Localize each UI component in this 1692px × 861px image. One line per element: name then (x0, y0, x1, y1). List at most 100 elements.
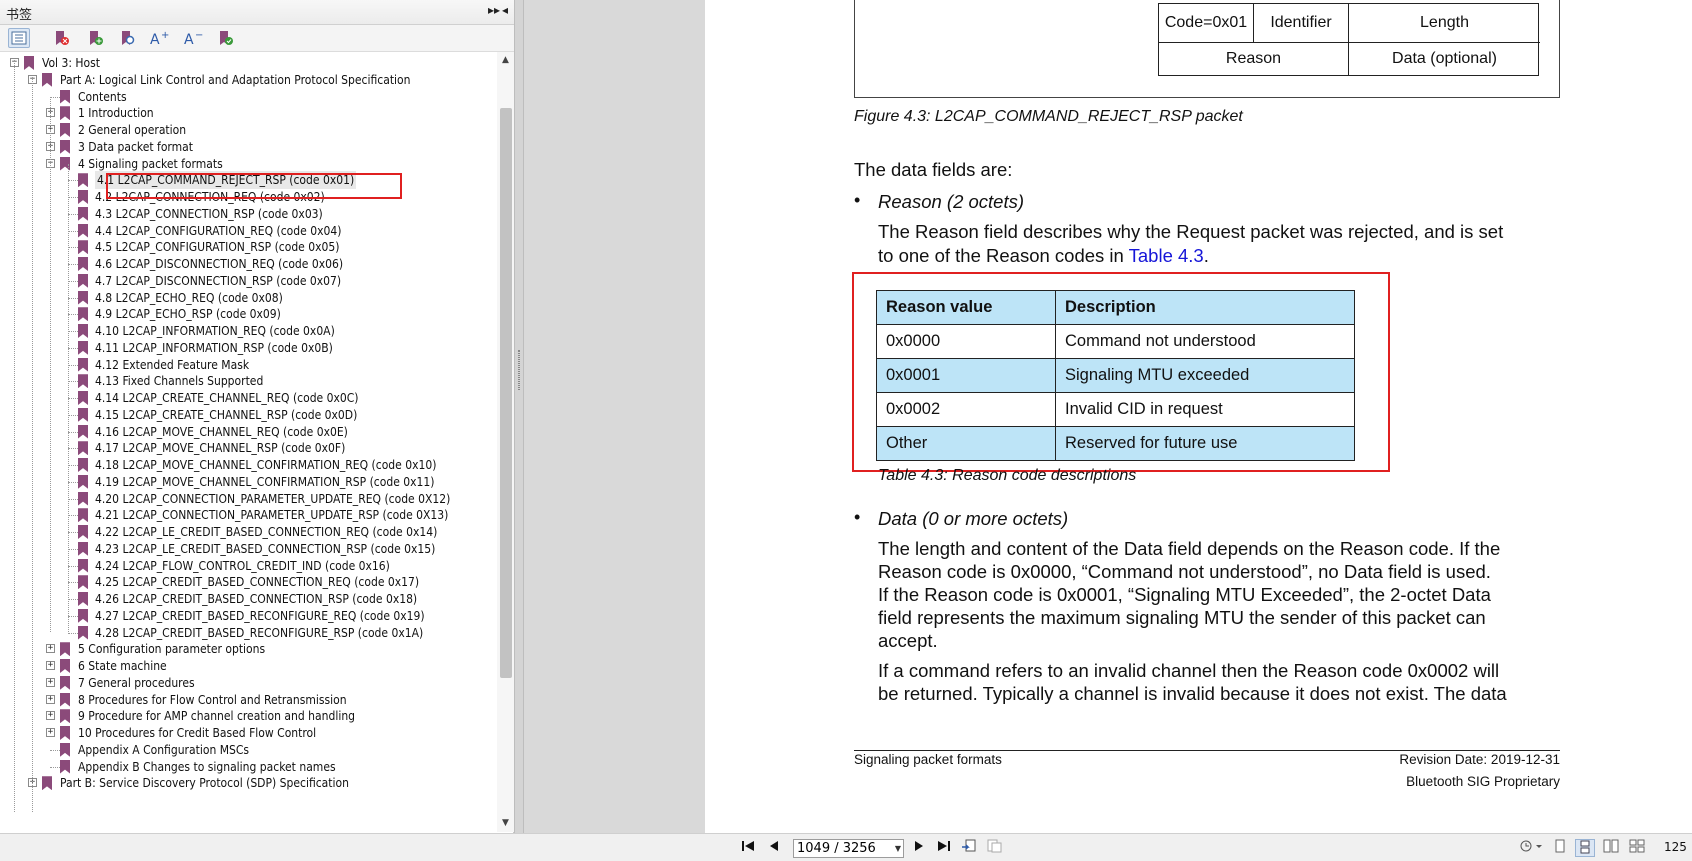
last-page-icon[interactable] (935, 839, 953, 857)
tree-item[interactable]: 4.6 L2CAP_DISCONNECTION_REQ (code 0x06) (0, 255, 497, 273)
first-page-icon[interactable] (739, 839, 757, 857)
tree-item-label: 4.15 L2CAP_CREATE_CHANNEL_RSP (code 0x0D… (95, 407, 358, 422)
tree-item[interactable]: +8 Procedures for Flow Control and Retra… (0, 691, 497, 709)
font-decrease-icon[interactable]: A − (182, 28, 204, 48)
tree-connector (68, 465, 78, 466)
prev-page-icon[interactable] (765, 839, 783, 857)
forward-view-icon[interactable] (985, 839, 1003, 857)
expand-icon[interactable]: + (46, 728, 55, 737)
tree-item[interactable]: − Vol 3: Host (0, 54, 497, 72)
tree-item[interactable]: 4.28 L2CAP_CREDIT_BASED_RECONFIGURE_RSP … (0, 624, 497, 642)
tree-connector (68, 180, 78, 182)
tree-item[interactable]: Contents (0, 88, 497, 106)
tree-item[interactable]: 4.7 L2CAP_DISCONNECTION_RSP (code 0x07) (0, 272, 497, 290)
tree-item[interactable]: 4.15 L2CAP_CREATE_CHANNEL_RSP (code 0x0D… (0, 406, 497, 424)
tree-item[interactable]: 4.21 L2CAP_CONNECTION_PARAMETER_UPDATE_R… (0, 506, 497, 524)
tree-item[interactable]: − Part A: Logical Link Control and Adapta… (0, 71, 497, 89)
page-dropdown-icon[interactable]: ▼ (895, 840, 901, 857)
tree-item[interactable]: 4.23 L2CAP_LE_CREDIT_BASED_CONNECTION_RS… (0, 540, 497, 558)
tree-item[interactable]: 4.26 L2CAP_CREDIT_BASED_CONNECTION_RSP (… (0, 590, 497, 608)
tree-item[interactable]: 4.14 L2CAP_CREATE_CHANNEL_REQ (code 0x0C… (0, 389, 497, 407)
tree-item[interactable]: 4.22 L2CAP_LE_CREDIT_BASED_CONNECTION_RE… (0, 523, 497, 541)
tree-item-label: 4.5 L2CAP_CONFIGURATION_RSP (code 0x05) (95, 240, 340, 255)
tree-item[interactable]: 4.10 L2CAP_INFORMATION_REQ (code 0x0A) (0, 322, 497, 340)
tree-item[interactable]: +5 Configuration parameter options (0, 640, 497, 658)
expand-icon[interactable]: + (46, 694, 55, 704)
tree-item[interactable]: 4.8 L2CAP_ECHO_REQ (code 0x08) (0, 289, 497, 307)
tree-item[interactable]: +3 Data packet format (0, 138, 497, 156)
panel-expand-button[interactable]: ▸▸ (488, 3, 500, 17)
tree-item[interactable]: 4.5 L2CAP_CONFIGURATION_RSP (code 0x05) (0, 238, 497, 256)
bookmark-icon (78, 575, 88, 590)
tree-connector (68, 582, 78, 584)
tree-item[interactable]: 4.24 L2CAP_FLOW_CONTROL_CREDIT_IND (code… (0, 557, 497, 575)
scroll-up-icon[interactable]: ▲ (497, 52, 514, 69)
data-para-line-4: field represents the maximum signaling M… (878, 607, 1486, 628)
tree-scrollbar[interactable]: ▲ ▼ (497, 52, 514, 832)
tree-item[interactable]: +6 State machine (0, 657, 497, 675)
tree-item[interactable]: 4.16 L2CAP_MOVE_CHANNEL_REQ (code 0x0E) (0, 423, 497, 441)
tree-item[interactable]: +10 Procedures for Credit Based Flow Con… (0, 724, 497, 742)
invalid-para-line-1: If a command refers to an invalid channe… (878, 660, 1500, 681)
tree-item[interactable]: 4.18 L2CAP_MOVE_CHANNEL_CONFIRMATION_REQ… (0, 456, 497, 474)
tree-item[interactable]: −4 Signaling packet formats (0, 155, 497, 173)
page-number-field[interactable]: 1049 / 3256 ▼ (793, 839, 904, 858)
tree-item-label: 4.24 L2CAP_FLOW_CONTROL_CREDIT_IND (code… (95, 558, 390, 573)
tree-item-label: Appendix B Changes to signaling packet n… (78, 759, 336, 774)
tree-item[interactable]: 4.11 L2CAP_INFORMATION_RSP (code 0x0B) (0, 339, 497, 357)
bookmark-list-icon[interactable] (8, 28, 30, 48)
expand-icon[interactable]: + (46, 661, 55, 670)
add-bookmark-icon[interactable] (84, 28, 106, 48)
tree-item[interactable]: 4.3 L2CAP_CONNECTION_RSP (code 0x03) (0, 205, 497, 223)
panel-splitter[interactable] (514, 0, 524, 833)
single-page-view-icon[interactable] (1550, 839, 1570, 857)
table-4-3-link[interactable]: Table 4.3 (1129, 245, 1204, 266)
zoom-level[interactable]: 125 (1664, 840, 1687, 854)
expand-icon[interactable]: + (46, 711, 55, 721)
tree-item[interactable]: + Part B: Service Discovery Protocol (SDP… (0, 774, 497, 792)
tree-item[interactable]: 4.13 Fixed Channels Supported (0, 372, 497, 390)
scrollbar-thumb[interactable] (500, 108, 512, 678)
scroll-down-icon[interactable]: ▼ (497, 815, 514, 832)
status-bar: 1049 / 3256 ▼ 125 (0, 833, 1692, 861)
svg-text:A: A (150, 32, 160, 46)
tree-item[interactable]: +7 General procedures (0, 674, 497, 692)
bookmark-icon (78, 391, 88, 405)
expand-icon[interactable]: + (46, 644, 55, 654)
tree-item[interactable]: +2 General operation (0, 121, 497, 139)
tree-connector (68, 481, 78, 483)
two-page-continuous-icon[interactable] (1627, 839, 1647, 857)
rotate-view-icon[interactable] (1517, 839, 1543, 857)
tree-item[interactable]: 4.25 L2CAP_CREDIT_BASED_CONNECTION_REQ (… (0, 573, 497, 591)
continuous-view-icon[interactable] (1575, 839, 1595, 857)
panel-close-button[interactable]: ◂ (502, 3, 508, 17)
tree-item[interactable]: +1 Introduction (0, 104, 497, 122)
bookmark-settings-icon[interactable] (214, 28, 236, 48)
two-page-view-icon[interactable] (1601, 839, 1621, 857)
tree-item-label: Vol 3: Host (42, 56, 100, 70)
font-increase-icon[interactable]: A + (148, 28, 170, 48)
tree-item-label: 4.6 L2CAP_DISCONNECTION_REQ (code 0x06) (95, 257, 344, 271)
tree-item[interactable]: Appendix B Changes to signaling packet n… (0, 758, 497, 776)
tree-item[interactable]: 4.17 L2CAP_MOVE_CHANNEL_RSP (code 0x0F) (0, 439, 497, 457)
tree-item[interactable]: 4.27 L2CAP_CREDIT_BASED_RECONFIGURE_REQ … (0, 607, 497, 625)
tree-item[interactable]: Appendix A Configuration MSCs (0, 741, 497, 759)
tree-item[interactable]: 4.4 L2CAP_CONFIGURATION_REQ (code 0x04) (0, 222, 497, 240)
tree-item[interactable]: 4.12 Extended Feature Mask (0, 356, 497, 374)
panel-title-bar: 书签 ▸▸ ◂ (0, 0, 514, 25)
tree-item[interactable]: 4.20 L2CAP_CONNECTION_PARAMETER_UPDATE_R… (0, 490, 497, 508)
header-reason-value: Reason value (876, 290, 1056, 325)
delete-bookmark-icon[interactable] (50, 28, 72, 48)
svg-text:−: − (195, 30, 203, 41)
tree-connector (68, 347, 78, 349)
next-page-icon[interactable] (910, 839, 928, 857)
splitter-grip-icon[interactable] (518, 350, 520, 390)
expand-icon[interactable]: + (46, 677, 55, 687)
tree-item-label: 4.23 L2CAP_LE_CREDIT_BASED_CONNECTION_RS… (95, 541, 436, 556)
tree-item[interactable]: 4.19 L2CAP_MOVE_CHANNEL_CONFIRMATION_RSP… (0, 473, 497, 491)
back-view-icon[interactable] (960, 839, 978, 857)
tree-item-label: Contents (78, 89, 127, 104)
tree-item[interactable]: +9 Procedure for AMP channel creation an… (0, 707, 497, 725)
find-bookmark-icon[interactable] (116, 28, 138, 48)
tree-item[interactable]: 4.9 L2CAP_ECHO_RSP (code 0x09) (0, 305, 497, 323)
